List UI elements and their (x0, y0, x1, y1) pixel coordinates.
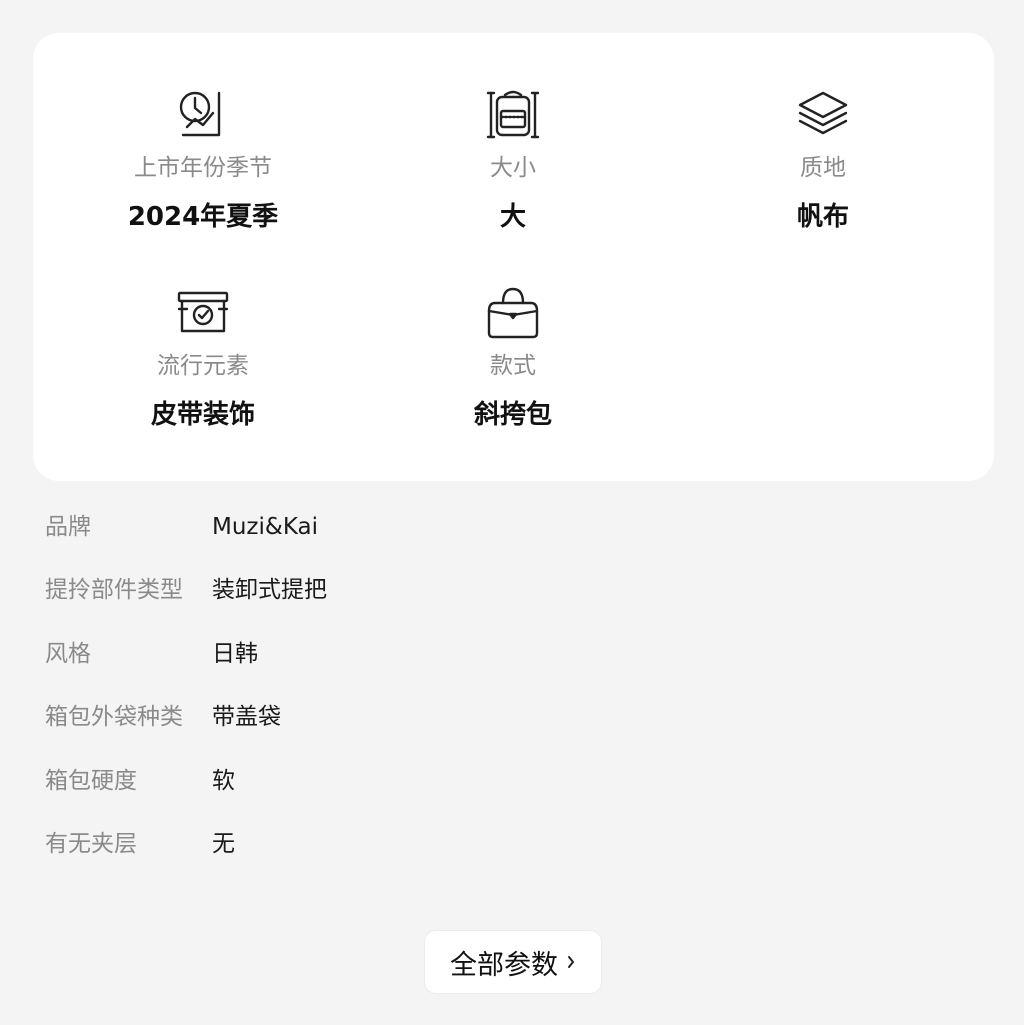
param-key: 风格 (45, 640, 91, 667)
feature-value: 帆布 (796, 202, 849, 232)
feature-label: 大小 (490, 155, 536, 181)
param-key: 提拎部件类型 (45, 577, 183, 604)
product-params-page: 上市年份季节 2024年夏季 大小 大 质地 帆布 流行元素 皮带装饰 款式 斜… (0, 0, 1024, 1025)
layers-icon (793, 85, 853, 145)
feature-label: 质地 (800, 155, 846, 181)
feature-value: 斜挎包 (473, 400, 552, 430)
feature-size: 大小 大 (383, 85, 643, 233)
feature-value: 大 (499, 202, 526, 232)
feature-material: 质地 帆布 (693, 85, 953, 233)
param-value: 带盖袋 (212, 704, 281, 731)
param-list: 品牌 Muzi&Kai 提拎部件类型 装卸式提把 风格 日韩 箱包外袋种类 带盖… (45, 508, 985, 888)
param-row: 有无夹层 无 (45, 825, 985, 888)
key-features-card: 上市年份季节 2024年夏季 大小 大 质地 帆布 流行元素 皮带装饰 款式 斜… (33, 33, 994, 481)
param-key: 有无夹层 (45, 830, 137, 857)
param-value: 无 (212, 830, 235, 857)
feature-launch-season: 上市年份季节 2024年夏季 (73, 85, 333, 233)
backpack-size-icon (483, 85, 543, 145)
all-params-button[interactable]: 全部参数 (424, 930, 602, 994)
param-value: Muzi&Kai (212, 514, 318, 540)
param-row: 箱包外袋种类 带盖袋 (45, 698, 985, 761)
param-value: 装卸式提把 (212, 577, 327, 604)
all-params-button-label: 全部参数 (450, 949, 558, 981)
param-row: 箱包硬度 软 (45, 762, 985, 825)
feature-label: 款式 (490, 353, 536, 379)
feature-label: 流行元素 (157, 353, 249, 379)
param-key: 箱包外袋种类 (45, 704, 183, 731)
feature-value: 2024年夏季 (127, 202, 279, 232)
feature-label: 上市年份季节 (134, 155, 272, 181)
feature-style: 款式 斜挎包 (383, 283, 643, 431)
param-value: 日韩 (212, 640, 258, 667)
calendar-clock-icon (173, 85, 233, 145)
param-row: 风格 日韩 (45, 635, 985, 698)
param-row: 品牌 Muzi&Kai (45, 508, 985, 571)
param-key: 品牌 (45, 514, 91, 540)
feature-trend-element: 流行元素 皮带装饰 (73, 283, 333, 431)
param-key: 箱包硬度 (45, 767, 137, 794)
chevron-right-icon (566, 953, 576, 971)
param-row: 提拎部件类型 装卸式提把 (45, 571, 985, 634)
handbag-icon (483, 283, 543, 343)
feature-value: 皮带装饰 (150, 400, 255, 430)
badge-box-icon (173, 283, 233, 343)
param-value: 软 (212, 767, 235, 794)
